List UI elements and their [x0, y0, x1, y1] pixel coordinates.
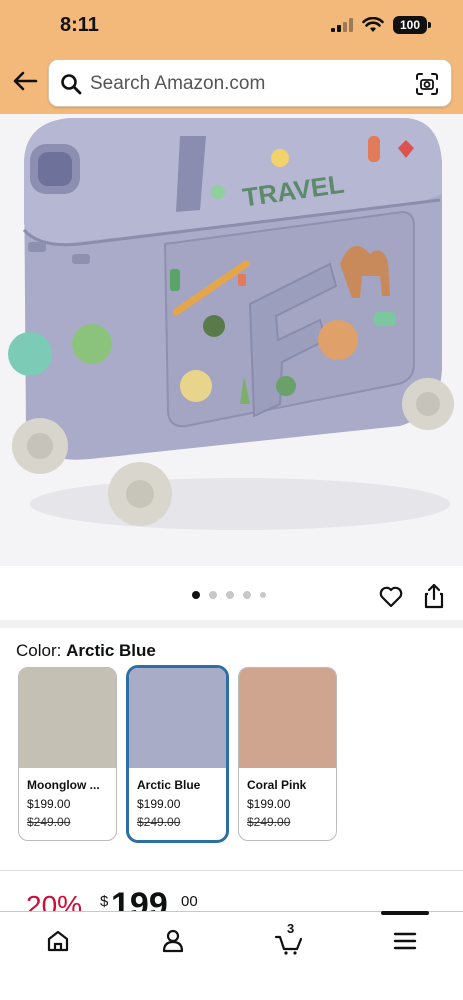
carousel-dot[interactable]	[209, 591, 217, 599]
share-icon[interactable]	[422, 582, 446, 610]
wifi-icon	[362, 17, 384, 32]
status-time: 8:11	[60, 14, 99, 36]
color-option-list-price: $249.00	[247, 815, 291, 829]
color-option-moonglow[interactable]: Moonglow ... $199.00 $249.00	[18, 667, 117, 841]
color-option-price: $199.00	[137, 797, 181, 811]
color-option-coral-pink[interactable]: Coral Pink $199.00 $249.00	[238, 667, 337, 841]
color-chip	[19, 668, 116, 768]
cart-count: 3	[287, 921, 295, 936]
cellular-signal-icon	[331, 18, 353, 32]
color-option-name: Coral Pink	[247, 778, 307, 792]
battery-indicator: 100	[393, 16, 431, 34]
camera-search-icon[interactable]	[415, 72, 439, 96]
search-icon	[61, 74, 82, 95]
color-option-price: $199.00	[27, 797, 71, 811]
color-label-prefix: Color:	[16, 641, 62, 660]
carousel-dot[interactable]	[260, 592, 266, 598]
color-option-price: $199.00	[247, 797, 291, 811]
section-divider	[0, 620, 463, 628]
active-tab-indicator	[381, 911, 429, 915]
color-label: Color: Arctic Blue	[16, 641, 156, 661]
search-input[interactable]: Search Amazon.com	[48, 59, 452, 107]
back-arrow-icon[interactable]	[10, 66, 40, 96]
status-icons: 100	[331, 16, 431, 34]
account-icon[interactable]	[158, 926, 188, 956]
image-carousel-dots[interactable]	[192, 591, 266, 599]
color-option-name: Arctic Blue	[137, 778, 201, 792]
color-option-list-price: $249.00	[27, 815, 71, 829]
product-page: 8:11 100 Search Amazon.com TRAVEL Color:…	[0, 0, 463, 1000]
menu-icon[interactable]	[390, 926, 420, 956]
bottom-nav: 3	[0, 911, 463, 1000]
home-icon[interactable]	[43, 926, 73, 956]
color-option-list-price: $249.00	[137, 815, 181, 829]
carousel-dot[interactable]	[226, 591, 234, 599]
color-option-arctic-blue[interactable]: Arctic Blue $199.00 $249.00	[126, 665, 229, 843]
selected-color-name: Arctic Blue	[66, 641, 156, 660]
section-divider	[0, 870, 463, 871]
product-image[interactable]: TRAVEL	[0, 114, 463, 566]
suitcase-illustration: TRAVEL	[8, 118, 454, 530]
carousel-dot[interactable]	[243, 591, 251, 599]
heart-icon[interactable]	[378, 584, 404, 610]
carousel-dot[interactable]	[192, 591, 200, 599]
color-chip	[239, 668, 336, 768]
price-fraction: 00	[181, 893, 198, 910]
color-chip	[129, 668, 226, 768]
header-bar: 8:11 100 Search Amazon.com	[0, 0, 463, 114]
search-placeholder: Search Amazon.com	[90, 73, 266, 94]
price-currency: $	[100, 893, 109, 910]
color-option-name: Moonglow ...	[27, 778, 100, 792]
